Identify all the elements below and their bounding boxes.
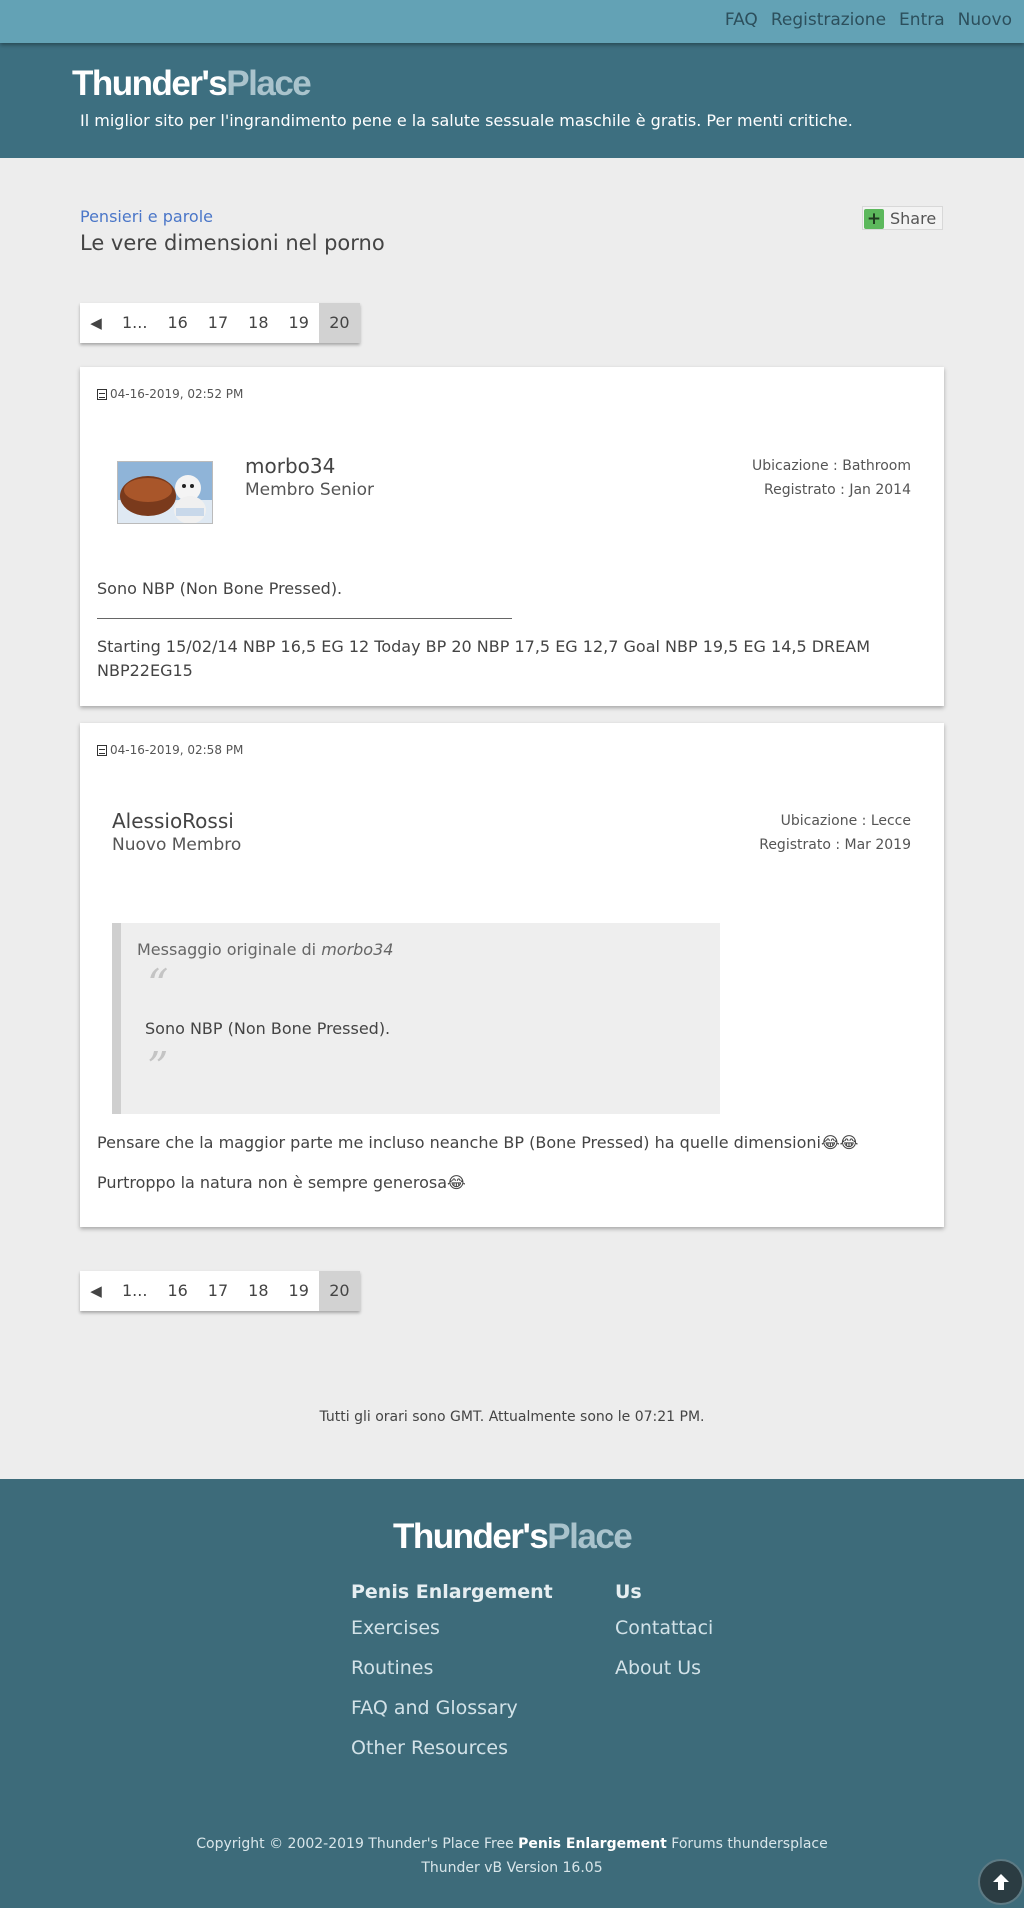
share-button[interactable]: + Share — [862, 206, 943, 230]
post: 04-16-2019, 02:58 PM AlessioRossi Nuovo … — [80, 723, 944, 1227]
post-quote: Messaggio originale di morbo34 “ Sono NB… — [112, 923, 720, 1114]
footer-column-enlargement: Penis Enlargement Exercises Routines FAQ… — [351, 1581, 553, 1777]
post-user-meta: Ubicazione : Lecce Registrato : Mar 2019 — [759, 809, 911, 857]
footer-link-exercises[interactable]: Exercises — [351, 1617, 553, 1657]
footer-column-us: Us Contattaci About Us — [615, 1581, 713, 1697]
arrow-up-icon — [993, 1874, 1009, 1890]
page-link[interactable]: 16 — [157, 303, 197, 343]
site-logo[interactable]: Thunder'sPlace — [72, 64, 312, 104]
footer-column-title: Penis Enlargement — [351, 1581, 553, 1603]
avatar[interactable] — [117, 461, 213, 524]
user-location: Ubicazione : Bathroom — [752, 458, 911, 474]
pagination-bottom: ◀ 1... 16 17 18 19 20 — [80, 1271, 360, 1311]
post-user-rank: Nuovo Membro — [112, 835, 242, 855]
quote-close-icon: ” — [147, 1043, 169, 1092]
nav-login-link[interactable]: Entra — [899, 10, 945, 30]
quote-text: Sono NBP (Non Bone Pressed). — [145, 1019, 391, 1038]
footer-link-about[interactable]: About Us — [615, 1657, 713, 1697]
site-footer: Thunder'sPlace Penis Enlargement Exercis… — [0, 1479, 1024, 1908]
document-icon — [97, 744, 107, 756]
post-body-line: Pensare che la maggior parte me incluso … — [97, 1133, 859, 1152]
post-username[interactable]: AlessioRossi — [112, 809, 234, 833]
breadcrumb-forum-link[interactable]: Pensieri e parole — [80, 207, 213, 226]
post-body-line: Purtroppo la natura non è sempre generos… — [97, 1173, 466, 1192]
previous-page-button[interactable]: ◀ — [80, 1271, 112, 1311]
post-date: 04-16-2019, 02:52 PM — [97, 387, 243, 401]
page-link[interactable]: 19 — [279, 303, 319, 343]
footer-link-resources[interactable]: Other Resources — [351, 1737, 553, 1777]
page-link[interactable]: 16 — [157, 1271, 197, 1311]
page-link[interactable]: 17 — [198, 303, 238, 343]
footer-link-contact[interactable]: Contattaci — [615, 1617, 713, 1657]
page-link[interactable]: 19 — [279, 1271, 319, 1311]
page-link[interactable]: 17 — [198, 1271, 238, 1311]
user-registered: Registrato : Mar 2019 — [759, 837, 911, 853]
footer-logo[interactable]: Thunder'sPlace — [393, 1517, 633, 1557]
previous-page-button[interactable]: ◀ — [80, 303, 112, 343]
top-navigation-bar: FAQ Registrazione Entra Nuovo — [0, 0, 1024, 43]
post-user-rank: Membro Senior — [245, 480, 375, 500]
quote-author: morbo34 — [321, 940, 394, 959]
footer-link-faq[interactable]: FAQ and Glossary — [351, 1697, 553, 1737]
pagination-top: ◀ 1... 16 17 18 19 20 — [80, 303, 360, 343]
plus-icon: + — [864, 208, 884, 229]
footer-link-routines[interactable]: Routines — [351, 1657, 553, 1697]
user-registered: Registrato : Jan 2014 — [764, 482, 911, 498]
signature-divider — [97, 618, 512, 619]
post-username[interactable]: morbo34 — [245, 454, 335, 478]
current-page: 20 — [318, 1271, 360, 1311]
nav-faq-link[interactable]: FAQ — [725, 10, 758, 30]
top-nav-links: FAQ Registrazione Entra Nuovo — [725, 10, 1012, 30]
quote-open-icon: “ — [147, 960, 169, 1009]
thread-title: Le vere dimensioni nel porno — [80, 231, 385, 255]
page-link[interactable]: 18 — [238, 303, 278, 343]
post-date: 04-16-2019, 02:58 PM — [97, 743, 243, 757]
share-label: Share — [890, 208, 937, 228]
page-first-link[interactable]: 1... — [112, 1271, 157, 1311]
user-location: Ubicazione : Lecce — [780, 813, 911, 829]
nav-register-link[interactable]: Registrazione — [771, 10, 886, 30]
footer-column-title: Us — [615, 1581, 642, 1603]
site-tagline: Il miglior sito per l'ingrandimento pene… — [80, 111, 853, 130]
document-icon — [97, 388, 107, 400]
post-body: Sono NBP (Non Bone Pressed). — [97, 579, 343, 598]
page-first-link[interactable]: 1... — [112, 303, 157, 343]
footer-version: Thunder vB Version 16.05 — [421, 1860, 603, 1876]
timezone-notice: Tutti gli orari sono GMT. Attualmente so… — [319, 1409, 705, 1425]
post-signature: Starting 15/02/14 NBP 16,5 EG 12 Today B… — [97, 637, 871, 680]
post-user-meta: Ubicazione : Bathroom Registrato : Jan 2… — [752, 454, 911, 502]
copyright-highlight: Penis Enlargement — [518, 1836, 667, 1852]
quote-header: Messaggio originale di morbo34 — [137, 940, 394, 959]
post: 04-16-2019, 02:52 PM morbo34 Membro Seni… — [80, 367, 944, 706]
site-header: Thunder'sPlace Il miglior sito per l'ing… — [0, 43, 1024, 158]
current-page: 20 — [318, 303, 360, 343]
footer-copyright: Copyright © 2002-2019 Thunder's Place Fr… — [0, 1832, 1024, 1880]
scroll-to-top-button[interactable] — [978, 1859, 1024, 1905]
page-link[interactable]: 18 — [238, 1271, 278, 1311]
nav-new-link[interactable]: Nuovo — [958, 10, 1012, 30]
